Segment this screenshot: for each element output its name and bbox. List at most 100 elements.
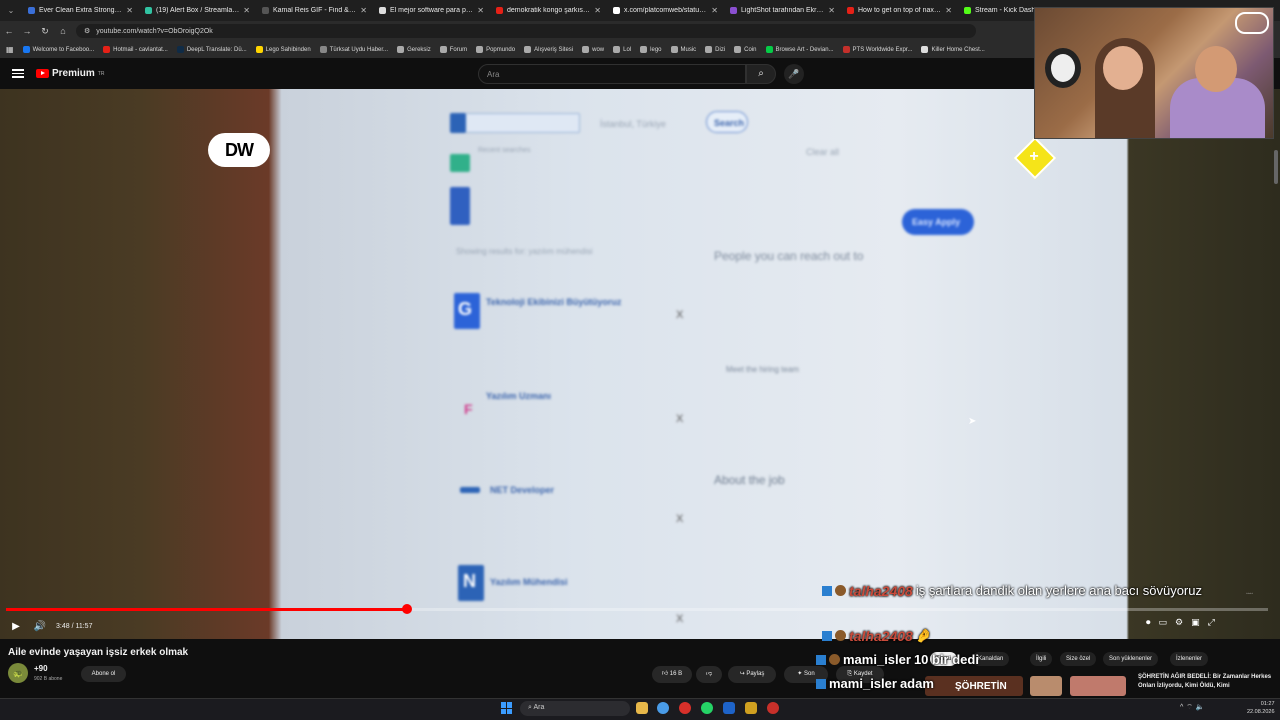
opera-icon[interactable]: [679, 702, 691, 714]
bookmark-item[interactable]: Music: [670, 46, 696, 53]
tab-close-icon[interactable]: ✕: [477, 6, 484, 15]
tab-favicon-icon: [496, 7, 503, 14]
bookmark-item[interactable]: wow: [582, 46, 604, 53]
system-tray[interactable]: ^⌔🔈: [1180, 703, 1208, 712]
mouse-cursor-icon: ➤: [968, 416, 977, 427]
volume-icon[interactable]: 🔈: [1196, 704, 1208, 711]
forward-icon[interactable]: →: [18, 26, 36, 36]
browser-tab[interactable]: Ever Clean Extra Strong Koku... ✕: [22, 0, 139, 21]
bookmark-label: Türksat Uydu Haber...: [329, 46, 389, 53]
dislike-button[interactable]: 👎︎: [696, 666, 722, 683]
tab-close-icon[interactable]: ✕: [243, 6, 250, 15]
reload-icon[interactable]: ↻: [36, 26, 54, 37]
job-logo-letter: N: [463, 571, 476, 591]
bookmark-item[interactable]: Hotmail - cavlantat...: [103, 46, 168, 53]
tab-search-icon[interactable]: ⌄: [0, 6, 22, 15]
recommended-thumbnail[interactable]: [1070, 676, 1126, 696]
bookmark-item[interactable]: Browse Art - Devian...: [765, 46, 834, 53]
tab-favicon-icon: [262, 7, 269, 14]
bookmark-item[interactable]: PTS Worldwide Expr...: [842, 46, 913, 53]
bookmark-item[interactable]: Forum: [439, 46, 467, 53]
bookmark-item[interactable]: Lol: [613, 46, 631, 53]
voice-search-button[interactable]: 🎤: [784, 64, 804, 84]
fullscreen-icon[interactable]: ⤢: [1208, 617, 1215, 628]
chip-recent[interactable]: Son yüklenenler: [1103, 652, 1159, 666]
channel-name[interactable]: +90: [34, 664, 48, 673]
bookmark-item[interactable]: Türksat Uydu Haber...: [319, 46, 389, 53]
search-button[interactable]: ⌕: [746, 64, 776, 84]
file-explorer-icon[interactable]: [636, 702, 648, 714]
play-icon[interactable]: ▶: [4, 621, 28, 632]
tab-title: x.com/platcomweb/status/20...: [624, 7, 708, 14]
browser-tab[interactable]: x.com/platcomweb/status/20...✕: [607, 0, 724, 21]
bookmark-item[interactable]: lego: [640, 46, 662, 53]
obs-icon[interactable]: [767, 702, 779, 714]
bookmark-label: Lol: [623, 46, 632, 53]
browser-tab[interactable]: LightShot tarafından Ekran Gö...✕: [724, 0, 841, 21]
browser-tab[interactable]: How to get on top of naxxra... ✕: [841, 0, 958, 21]
bookmark-item[interactable]: Killer Home Chest...: [921, 46, 985, 53]
tab-close-icon[interactable]: ✕: [945, 6, 952, 15]
back-icon[interactable]: ←: [0, 26, 18, 36]
tab-close-icon[interactable]: ✕: [126, 6, 133, 15]
subscribe-button[interactable]: Abone ol: [81, 666, 126, 682]
menu-icon[interactable]: [12, 69, 24, 78]
screen-results-for: Showing results for: yazılım mühendisi: [456, 247, 593, 256]
windows-start-icon[interactable]: [501, 702, 513, 714]
bookmark-item[interactable]: Popmundo: [476, 46, 515, 53]
bookmark-label: PTS Worldwide Expr...: [852, 46, 913, 53]
clock-date: 22.08.2026: [1247, 709, 1275, 715]
browser-tab[interactable]: Kamal Reis GIF - Find & Share... ✕: [256, 0, 373, 21]
bookmark-item[interactable]: Lego Sahibinden: [255, 46, 311, 53]
bookmark-favicon-icon: [439, 46, 447, 53]
search-input[interactable]: Ara: [478, 64, 746, 84]
volume-icon[interactable]: 🔊: [28, 621, 52, 632]
site-info-icon[interactable]: ⚙: [84, 27, 90, 35]
chip-for-you[interactable]: Size özel: [1060, 652, 1097, 666]
tab-close-icon[interactable]: ✕: [828, 6, 835, 15]
tab-close-icon[interactable]: ✕: [594, 6, 601, 15]
bookmark-item[interactable]: Coin: [734, 46, 757, 53]
taskbar-search[interactable]: ⌕ Ara: [520, 701, 630, 716]
tab-close-icon[interactable]: ✕: [711, 6, 718, 15]
autoplay-toggle-icon[interactable]: ⏺: [1146, 617, 1151, 628]
taskbar-clock[interactable]: 01:27 22.08.2026: [1247, 700, 1275, 716]
bookmark-item[interactable]: DeepL Translate: Dü...: [176, 46, 247, 53]
youtube-logo[interactable]: Premium TR: [36, 68, 104, 79]
app-icon-2[interactable]: [745, 702, 757, 714]
bookmark-label: Lego Sahibinden: [265, 46, 311, 53]
like-button[interactable]: 👍︎ 16 B: [652, 666, 692, 683]
share-button[interactable]: ↪ Paylaş: [728, 666, 776, 683]
screen-clear-all: Clear all: [806, 147, 840, 157]
video-player[interactable]: İstanbul, Türkiye Search Recent searches…: [0, 89, 1280, 639]
bookmark-item[interactable]: Dizi: [705, 46, 725, 53]
channel-avatar[interactable]: 🐢: [8, 663, 28, 683]
settings-gear-icon[interactable]: ⚙: [1175, 617, 1183, 628]
browser-tab[interactable]: El mejor software para poten... ✕: [373, 0, 490, 21]
chip-watched[interactable]: İzlenenler: [1170, 652, 1209, 666]
apps-grid-icon[interactable]: ▦: [6, 45, 14, 54]
miniplayer-icon[interactable]: ▣: [1191, 617, 1200, 628]
page-scrollbar[interactable]: [1274, 150, 1278, 184]
tab-close-icon[interactable]: ✕: [360, 6, 367, 15]
whatsapp-icon[interactable]: [701, 702, 713, 714]
app-icon[interactable]: [723, 702, 735, 714]
chat-message: mami_isler 10 bir dedi: [816, 652, 979, 667]
chrome-icon[interactable]: [657, 702, 669, 714]
browser-tab[interactable]: demokratik kongo şarkısı - ki... ✕: [490, 0, 607, 21]
recommended-title[interactable]: ŞÖHRETİN AĞIR BEDELİ: Bir Zamanlar Herke…: [1138, 673, 1273, 691]
subtitles-icon[interactable]: ▭: [1159, 617, 1168, 628]
browser-tab[interactable]: (19) Alert Box / Streamlabs ✕: [139, 0, 256, 21]
network-icon[interactable]: ⌔: [1186, 704, 1196, 711]
home-icon[interactable]: ⌂: [54, 26, 72, 36]
url-field[interactable]: ⚙ youtube.com/watch?v=ObOroigQ2Ok: [76, 24, 976, 38]
recommended-thumbnail-3[interactable]: [1030, 676, 1062, 696]
chip-related[interactable]: İlgili: [1030, 652, 1053, 666]
bookmark-favicon-icon: [734, 46, 742, 53]
bookmark-label: Welcome to Faceboo...: [32, 46, 95, 53]
bookmark-item[interactable]: Alışveriş Sitesi: [524, 46, 573, 53]
recommended-thumbnail-2[interactable]: ŞÖHRETİN: [925, 676, 1023, 696]
bookmark-item[interactable]: Welcome to Faceboo...: [22, 46, 95, 53]
tab-favicon-icon: [28, 7, 35, 14]
bookmark-item[interactable]: Gereksiz: [397, 46, 431, 53]
